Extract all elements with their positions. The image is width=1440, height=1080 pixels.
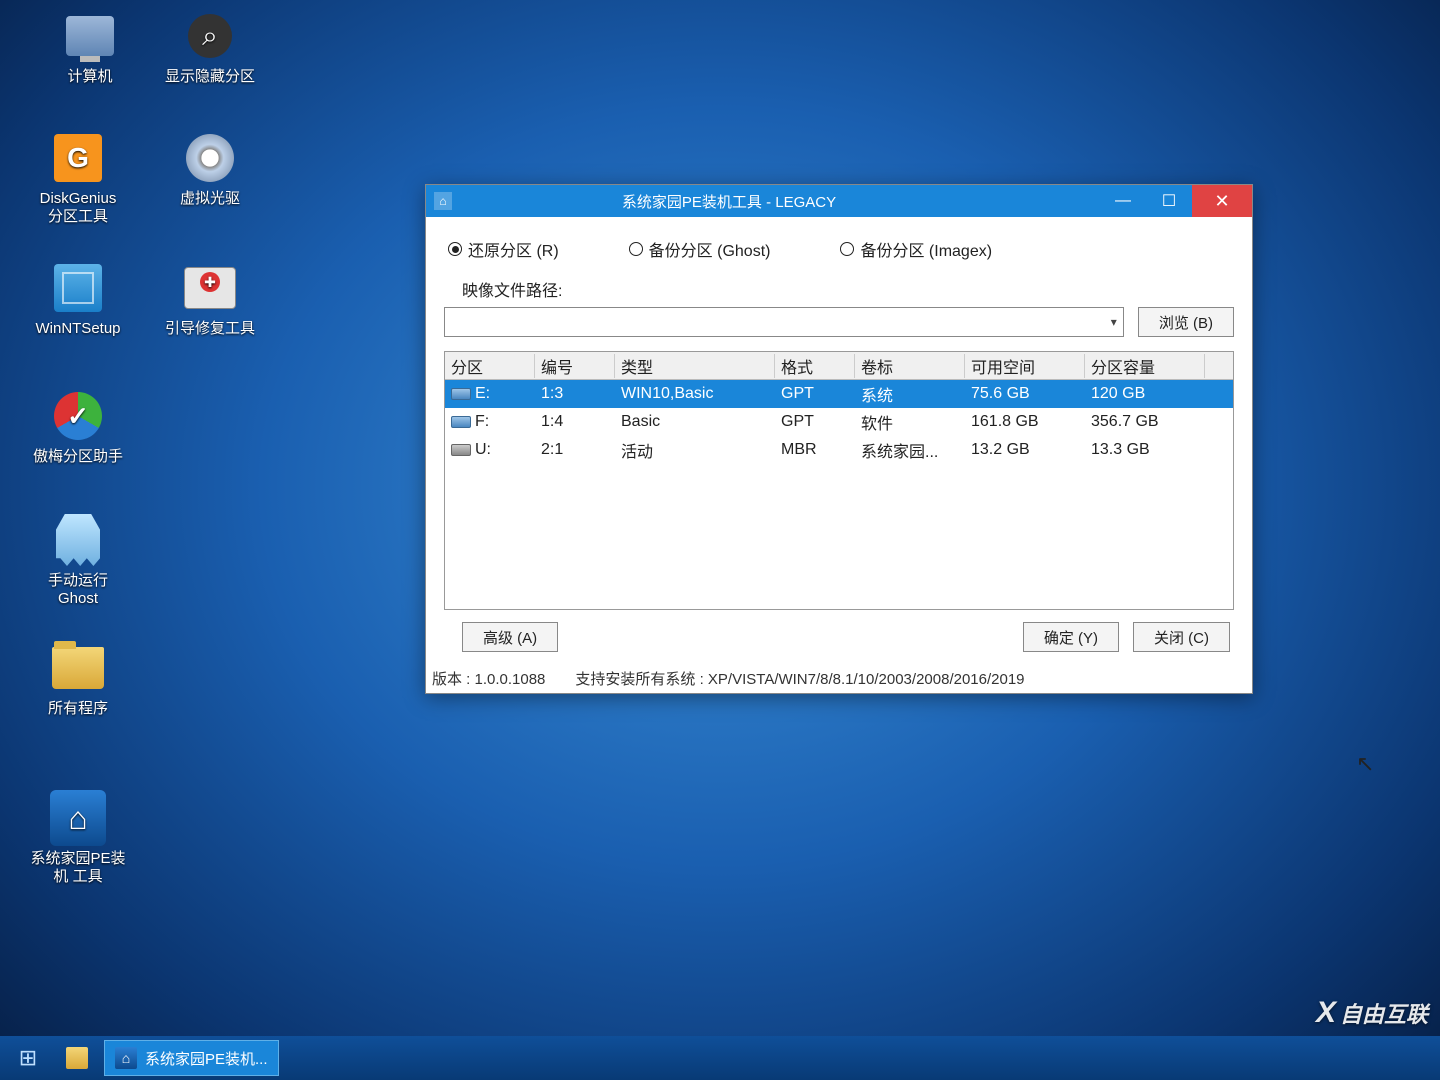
table-row[interactable]: E:1:3WIN10,BasicGPT系统75.6 GB120 GB	[445, 380, 1233, 408]
taskbar-item-pe-installer[interactable]: ⌂系统家园PE装机...	[104, 1040, 279, 1076]
table-row[interactable]: U:2:1活动MBR系统家园...13.2 GB13.3 GB	[445, 436, 1233, 464]
browse-button[interactable]: 浏览 (B)	[1138, 307, 1234, 337]
taskbar-item-explorer[interactable]	[56, 1040, 98, 1076]
house-icon: ⌂	[115, 1047, 137, 1069]
table-row[interactable]: F:1:4BasicGPT软件161.8 GB356.7 GB	[445, 408, 1233, 436]
radio-dot-icon	[629, 242, 643, 256]
desktop-icon-winntsetup[interactable]: WinNTSetup	[18, 260, 138, 338]
mode-radio-group: 还原分区 (R) 备份分区 (Ghost) 备份分区 (Imagex)	[444, 231, 1234, 277]
image-path-label: 映像文件路径:	[462, 277, 1234, 301]
desktop-icon-ghost[interactable]: 手动运行 Ghost	[18, 512, 138, 608]
minimize-button[interactable]: —	[1100, 185, 1146, 217]
desktop-icon-virtual-cd[interactable]: 虚拟光驱	[150, 130, 270, 208]
desktop-icon-show-hidden-partition[interactable]: ⌕显示隐藏分区	[150, 8, 270, 86]
desktop-icon-computer[interactable]: 计算机	[30, 8, 150, 86]
drive-icon	[451, 444, 471, 456]
close-button[interactable]: ✕	[1192, 185, 1252, 217]
app-icon: ⌂	[434, 192, 452, 210]
desktop-icon-all-programs[interactable]: 所有程序	[18, 640, 138, 718]
maximize-button[interactable]: ☐	[1146, 185, 1192, 217]
ok-button[interactable]: 确定 (Y)	[1023, 622, 1119, 652]
advanced-button[interactable]: 高级 (A)	[462, 622, 558, 652]
status-bar: 版本 : 1.0.0.1088 支持安装所有系统 : XP/VISTA/WIN7…	[426, 666, 1252, 693]
taskbar: ⊞ ⌂系统家园PE装机...	[0, 1036, 1440, 1080]
watermark: X自由互联	[1316, 996, 1428, 1030]
radio-restore[interactable]: 还原分区 (R)	[448, 237, 559, 261]
radio-backup-ghost[interactable]: 备份分区 (Ghost)	[629, 237, 771, 261]
window-title: 系统家园PE装机工具 - LEGACY	[458, 191, 1100, 212]
image-path-combo[interactable]: ▾	[444, 307, 1124, 337]
drive-icon	[451, 416, 471, 428]
partition-table: 分区 编号 类型 格式 卷标 可用空间 分区容量 E:1:3WIN10,Basi…	[444, 351, 1234, 610]
support-label: 支持安装所有系统 : XP/VISTA/WIN7/8/8.1/10/2003/2…	[575, 668, 1024, 689]
table-header: 分区 编号 类型 格式 卷标 可用空间 分区容量	[445, 352, 1233, 380]
desktop-icon-aomei[interactable]: 傲梅分区助手	[18, 388, 138, 466]
folder-icon	[66, 1047, 88, 1069]
start-button[interactable]: ⊞	[6, 1039, 50, 1077]
drive-icon	[451, 388, 471, 400]
desktop-icon-pe-installer[interactable]: ⌂系统家园PE装 机 工具	[18, 790, 138, 886]
pe-installer-window: ⌂ 系统家园PE装机工具 - LEGACY — ☐ ✕ 还原分区 (R) 备份分…	[425, 184, 1253, 694]
radio-dot-icon	[448, 242, 462, 256]
chevron-down-icon: ▾	[1111, 315, 1117, 329]
titlebar[interactable]: ⌂ 系统家园PE装机工具 - LEGACY — ☐ ✕	[426, 185, 1252, 217]
radio-backup-imagex[interactable]: 备份分区 (Imagex)	[840, 237, 992, 261]
desktop-icon-diskgenius[interactable]: GDiskGenius 分区工具	[18, 130, 138, 226]
version-label: 版本 : 1.0.0.1088	[432, 668, 545, 689]
cancel-button[interactable]: 关闭 (C)	[1133, 622, 1230, 652]
desktop-icon-boot-repair[interactable]: 引导修复工具	[150, 260, 270, 338]
radio-dot-icon	[840, 242, 854, 256]
